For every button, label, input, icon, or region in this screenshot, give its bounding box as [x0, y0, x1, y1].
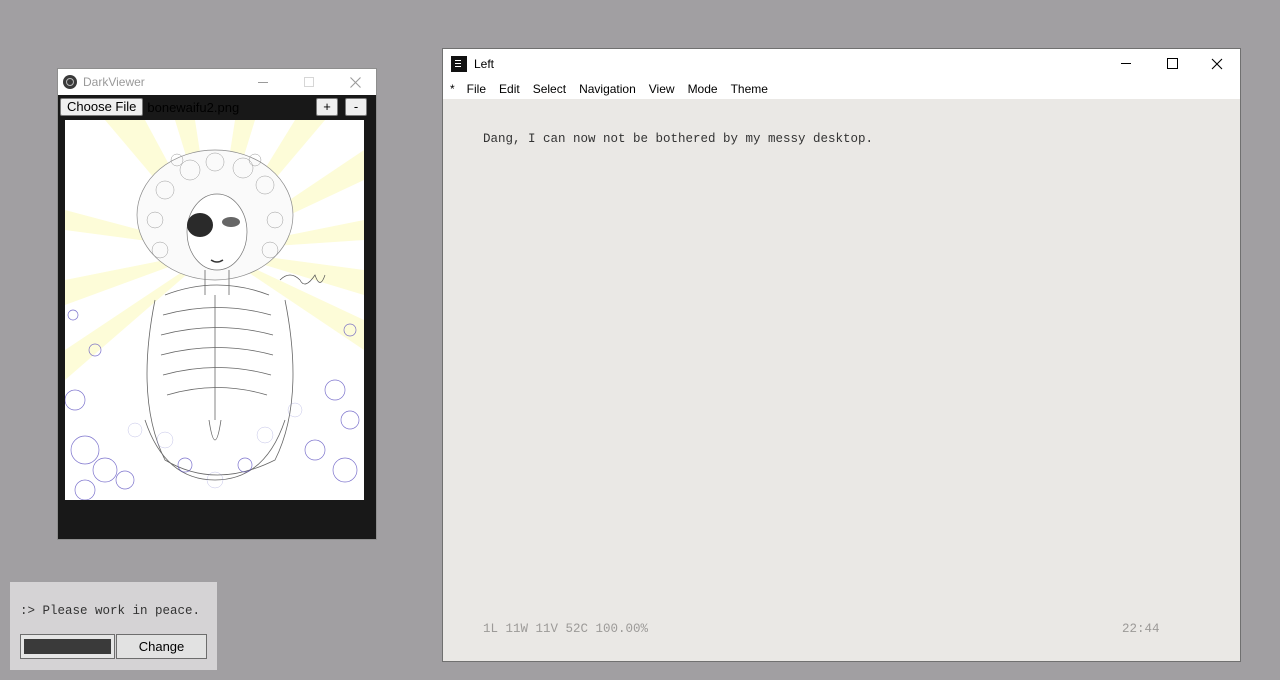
editor-stats: 1L 11W 11V 52C 100.00%	[483, 622, 649, 636]
choose-file-button[interactable]: Choose File	[60, 98, 144, 116]
left-app-icon	[451, 55, 467, 72]
change-button[interactable]: Change	[116, 634, 207, 659]
minimize-icon[interactable]	[240, 69, 286, 95]
minimize-icon[interactable]	[1103, 49, 1149, 78]
left-title: Left	[474, 56, 495, 71]
viewer-image[interactable]	[65, 120, 364, 500]
left-editor-window: Left * File Edit Select Navigation View …	[442, 48, 1241, 662]
menu-edit[interactable]: Edit	[499, 82, 520, 96]
skeleton-illustration	[65, 120, 364, 500]
menu-navigation[interactable]: Navigation	[579, 82, 636, 96]
menu-mode[interactable]: Mode	[688, 82, 718, 96]
zoom-out-button[interactable]: -	[345, 98, 367, 116]
maximize-icon[interactable]	[286, 69, 332, 95]
close-icon[interactable]	[1194, 49, 1240, 78]
darkviewer-titlebar[interactable]: DarkViewer	[58, 69, 376, 95]
left-menubar: * File Edit Select Navigation View Mode …	[443, 78, 1240, 99]
darkviewer-toolbar: Choose File bonewaifu2.png + -	[58, 95, 376, 119]
darkviewer-window: DarkViewer Choose File bonewaifu2.png + …	[57, 68, 377, 540]
menu-theme[interactable]: Theme	[731, 82, 768, 96]
darkviewer-title: DarkViewer	[83, 75, 145, 89]
left-titlebar[interactable]: Left	[443, 49, 1240, 78]
color-input[interactable]	[20, 634, 115, 659]
darkviewer-app-icon	[63, 75, 77, 89]
editor-text-area[interactable]: Dang, I can now not be bothered by my me…	[483, 132, 873, 146]
menu-view[interactable]: View	[649, 82, 675, 96]
editor-clock: 22:44	[1122, 622, 1160, 636]
peace-widget: :> Please work in peace. Change	[10, 582, 217, 670]
menu-file[interactable]: File	[467, 82, 486, 96]
close-icon[interactable]	[332, 69, 378, 95]
modified-marker: *	[450, 81, 455, 96]
peace-message: :> Please work in peace.	[20, 604, 201, 618]
selected-filename: bonewaifu2.png	[147, 99, 240, 115]
menu-select[interactable]: Select	[533, 82, 566, 96]
zoom-in-button[interactable]: +	[316, 98, 338, 116]
maximize-icon[interactable]	[1149, 49, 1195, 78]
